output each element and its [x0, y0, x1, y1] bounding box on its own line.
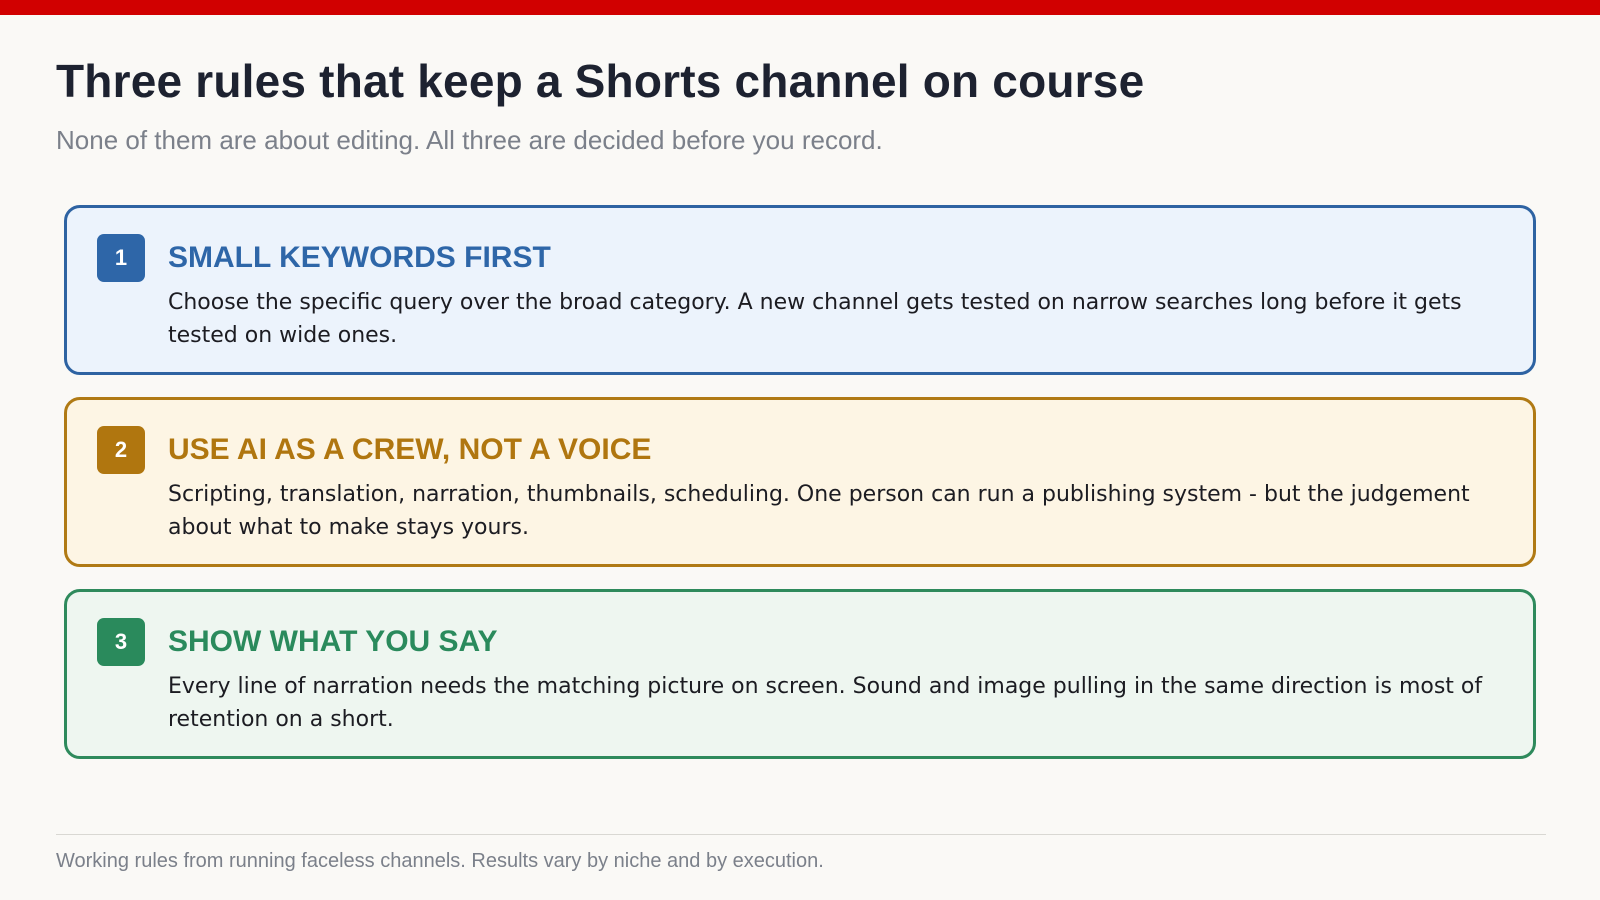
footer-divider: [56, 834, 1546, 835]
rule-description: Scripting, translation, narration, thumb…: [168, 482, 1470, 540]
rule-heading: USE AI AS A CREW, NOT A VOICE: [168, 433, 652, 466]
rules-list: 1 SMALL KEYWORDS FIRST Choose the specif…: [64, 205, 1536, 781]
rule-heading: SMALL KEYWORDS FIRST: [168, 241, 551, 274]
page-subtitle: None of them are about editing. All thre…: [56, 125, 883, 155]
rule-card-1: 1 SMALL KEYWORDS FIRST Choose the specif…: [64, 205, 1536, 375]
rule-description: Every line of narration needs the matchi…: [168, 674, 1483, 732]
rule-number-badge: 1: [97, 234, 145, 282]
page-title: Three rules that keep a Shorts channel o…: [56, 55, 1145, 107]
rule-number-badge: 3: [97, 618, 145, 666]
rule-card-3: 3 SHOW WHAT YOU SAY Every line of narrat…: [64, 589, 1536, 759]
rule-card-2: 2 USE AI AS A CREW, NOT A VOICE Scriptin…: [64, 397, 1536, 567]
top-accent-bar: [0, 0, 1600, 15]
rule-description: Choose the specific query over the broad…: [168, 290, 1462, 348]
rule-heading: SHOW WHAT YOU SAY: [168, 625, 498, 658]
rule-number-badge: 2: [97, 426, 145, 474]
footer-note: Working rules from running faceless chan…: [56, 850, 824, 872]
